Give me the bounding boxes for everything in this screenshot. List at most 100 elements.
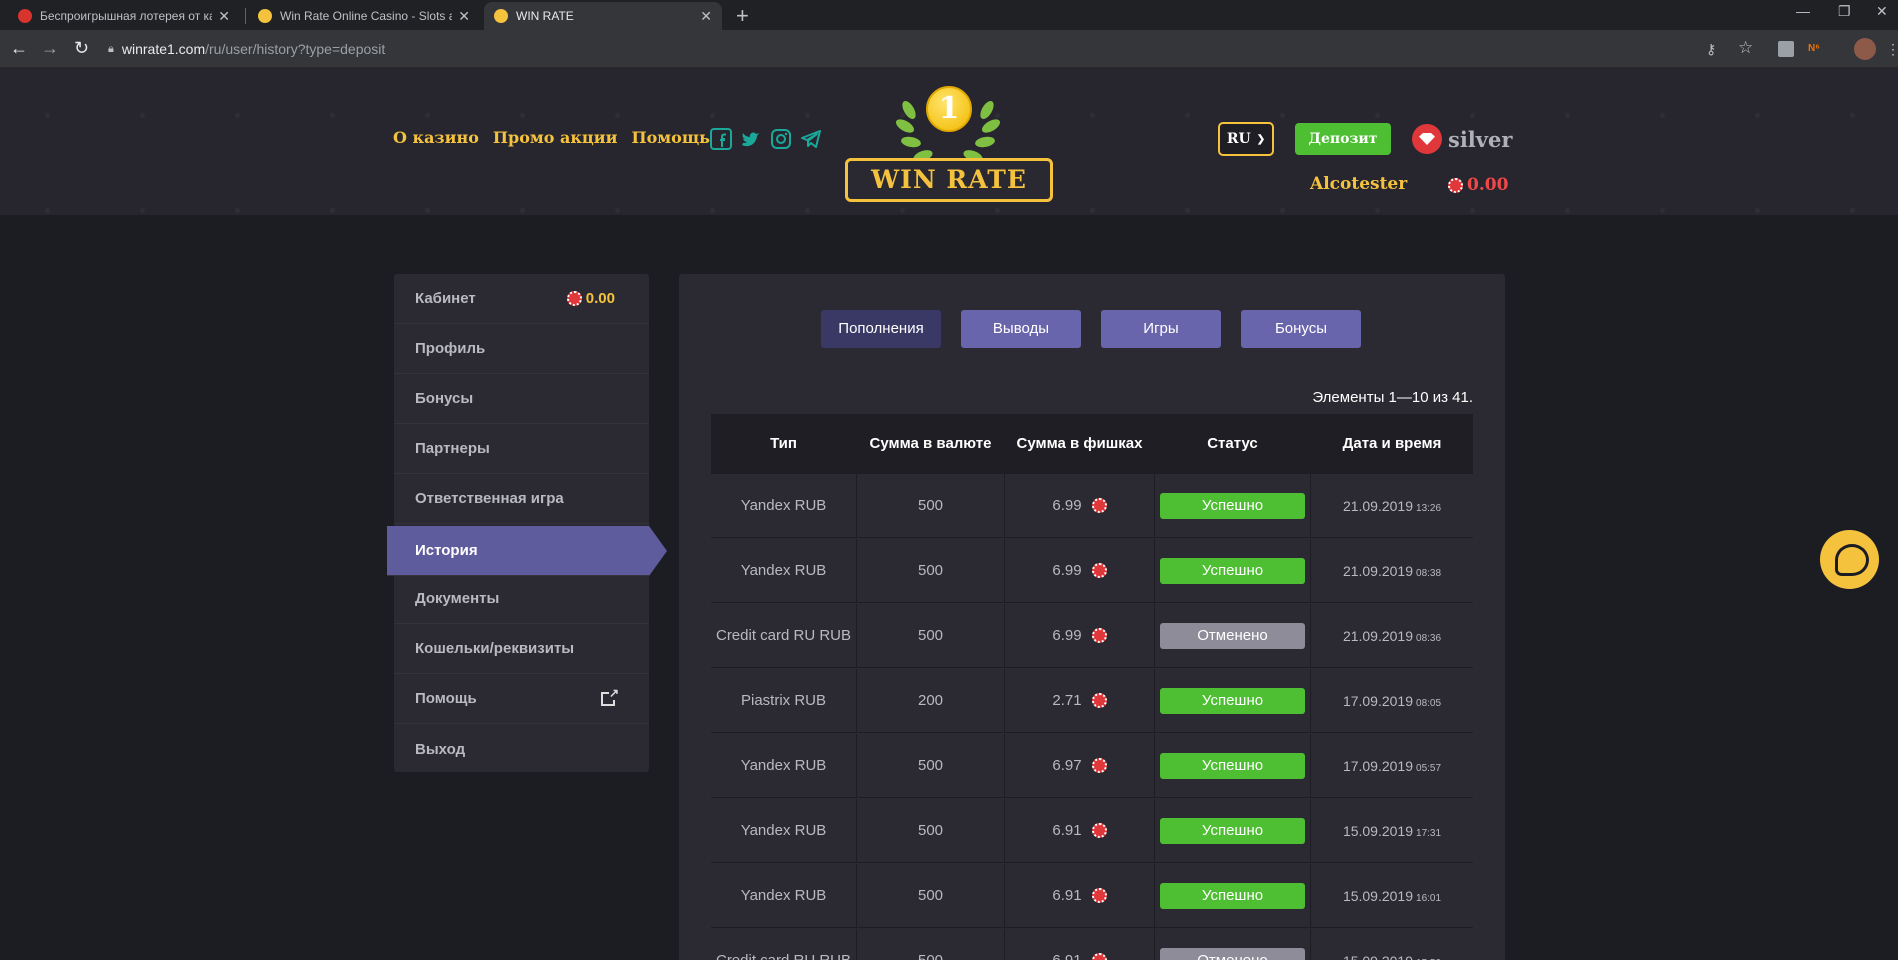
table-row: Yandex RUB 500 6.97 Успешно 17.09.2019 05:57: [711, 734, 1473, 798]
username-link[interactable]: Alcotester: [1310, 174, 1407, 194]
instagram-icon[interactable]: [770, 128, 792, 150]
column-header-amount-currency[interactable]: Сумма в валюте: [857, 414, 1005, 473]
cell-amount: 500: [857, 474, 1005, 537]
close-tab-icon[interactable]: ✕: [218, 8, 230, 25]
table-row: Credit card RU RUB500 6.91 Отменено 15.09.2…: [711, 929, 1473, 960]
reload-icon[interactable]: ↻: [74, 38, 89, 59]
minimize-window-icon[interactable]: —: [1796, 3, 1810, 19]
tab-deposits[interactable]: Пополнения: [821, 310, 941, 348]
loyalty-level[interactable]: silver: [1412, 124, 1512, 154]
chip-icon: [1091, 563, 1107, 578]
cell-datetime: 15.09.2019 16:01: [1311, 864, 1473, 927]
cell-datetime: 17.09.2019 08:05: [1311, 669, 1473, 732]
sidebar-item-logout[interactable]: Выход: [394, 724, 649, 774]
cell-chips: 2.71: [1005, 669, 1155, 732]
close-window-icon[interactable]: ✕: [1876, 3, 1888, 20]
cell-datetime: 21.09.2019 13:26: [1311, 474, 1473, 537]
column-header-amount-chips[interactable]: Сумма в фишках: [1005, 414, 1155, 473]
column-header-datetime[interactable]: Дата и время: [1311, 414, 1473, 473]
sidebar-item-documents[interactable]: Документы: [394, 574, 649, 624]
level-label: silver: [1448, 126, 1513, 152]
date-value: 21.09.2019: [1342, 497, 1414, 514]
sidebar-item-label: История: [415, 542, 478, 559]
cell-amount: 500: [857, 734, 1005, 797]
deposit-button[interactable]: Депозит: [1295, 123, 1391, 155]
language-select[interactable]: RU ❯: [1218, 122, 1274, 156]
sidebar-item-responsible-gaming[interactable]: Ответственная игра: [394, 474, 649, 524]
sidebar-item-bonuses[interactable]: Бонусы: [394, 374, 649, 424]
sidebar-item-label: Бонусы: [415, 390, 474, 407]
cell-chips: 6.99: [1005, 604, 1155, 667]
tab-bonuses[interactable]: Бонусы: [1241, 310, 1361, 348]
chip-icon: [566, 291, 582, 306]
url-host: winrate1.com: [121, 41, 206, 57]
nav-promotions[interactable]: Промо акции: [493, 128, 618, 147]
nav-about-casino[interactable]: О казино: [393, 128, 479, 147]
sidebar-item-label: Кабинет: [415, 290, 476, 307]
column-header-type[interactable]: Тип: [711, 414, 857, 473]
forward-arrow-icon[interactable]: →: [41, 38, 59, 59]
browser-tab-active[interactable]: WIN RATE ✕: [484, 2, 722, 30]
lock-icon: 🔒︎: [108, 42, 114, 55]
chip-icon: [1091, 758, 1107, 773]
date-value: 17.09.2019: [1342, 692, 1414, 709]
column-header-status[interactable]: Статус: [1155, 414, 1311, 473]
status-badge: Успешно: [1160, 817, 1305, 844]
diamond-icon: [1412, 124, 1442, 154]
extension-icon[interactable]: [1778, 41, 1794, 57]
back-arrow-icon[interactable]: ←: [10, 38, 28, 59]
cell-amount: 500: [857, 604, 1005, 667]
sidebar-item-wallets[interactable]: Кошельки/реквизиты: [394, 624, 649, 674]
sidebar-item-history[interactable]: История: [387, 526, 667, 576]
close-tab-icon[interactable]: ✕: [700, 8, 712, 25]
cell-amount: 500: [857, 929, 1005, 960]
date-value: 17.09.2019: [1342, 757, 1414, 774]
time-value: 08:38: [1416, 567, 1442, 579]
profile-avatar-icon[interactable]: [1854, 38, 1876, 60]
status-badge: Успешно: [1160, 882, 1305, 909]
coin-favicon-icon: [258, 9, 272, 23]
sidebar-item-profile[interactable]: Профиль: [394, 324, 649, 374]
facebook-icon[interactable]: [710, 128, 732, 150]
cell-status: Успешно: [1155, 864, 1311, 927]
twitter-icon[interactable]: [740, 128, 762, 150]
top-navigation: О казино Промо акции Помощь: [393, 128, 710, 147]
win-rate-logo[interactable]: 1 WIN RATE: [843, 74, 1053, 204]
cell-chips: 6.99: [1005, 539, 1155, 602]
close-tab-icon[interactable]: ✕: [458, 8, 470, 25]
header-balance-value: 0.00: [1467, 175, 1509, 195]
restore-window-icon[interactable]: ❐: [1838, 3, 1851, 20]
tab-withdrawals[interactable]: Выводы: [961, 310, 1081, 348]
extension-icon[interactable]: N⁶: [1808, 43, 1820, 54]
browser-menu-icon[interactable]: ⋮: [1886, 41, 1898, 58]
sidebar-item-cabinet[interactable]: Кабинет 0.00: [394, 274, 649, 324]
url-field[interactable]: 🔒︎ winrate1.com /ru/user/history?type=de…: [108, 36, 1770, 62]
date-value: 15.09.2019: [1342, 887, 1414, 904]
browser-tab-strip: Беспроигрышная лотерея от ка ✕ Win Rate …: [0, 0, 1898, 30]
cell-chips: 6.91: [1005, 864, 1155, 927]
cell-chips: 6.99: [1005, 474, 1155, 537]
cell-datetime: 15.09.201915:50: [1311, 929, 1473, 960]
cell-amount: 500: [857, 799, 1005, 862]
bookmark-star-icon[interactable]: ☆: [1738, 38, 1753, 58]
sidebar-item-help[interactable]: Помощь: [394, 674, 649, 724]
cell-type: Yandex RUB: [711, 734, 857, 797]
sidebar-item-partners[interactable]: Партнеры: [394, 424, 649, 474]
cell-datetime: 21.09.2019 08:38: [1311, 539, 1473, 602]
telegram-icon[interactable]: [800, 128, 822, 150]
new-tab-plus-icon[interactable]: +: [736, 3, 749, 29]
cell-status: Успешно: [1155, 669, 1311, 732]
cell-datetime: 21.09.2019 08:36: [1311, 604, 1473, 667]
cell-status: Успешно: [1155, 799, 1311, 862]
time-value: 16:01: [1416, 892, 1442, 904]
tab-games[interactable]: Игры: [1101, 310, 1221, 348]
browser-tab[interactable]: Win Rate Online Casino - Slots ar ✕: [248, 2, 480, 30]
table-row: Piastrix RUB 200 2.71 Успешно 17.09.2019 08:0…: [711, 669, 1473, 733]
chips-value: 6.99: [1052, 627, 1082, 644]
key-icon[interactable]: ⚷: [1706, 41, 1716, 58]
chip-icon: [1091, 693, 1107, 708]
nav-help[interactable]: Помощь: [631, 128, 710, 147]
table-row: Yandex RUB 500 6.99 Успешно 21.09.2019 08:38: [711, 539, 1473, 603]
browser-tab[interactable]: Беспроигрышная лотерея от ка ✕: [8, 2, 240, 30]
support-chat-button[interactable]: [1820, 530, 1879, 589]
